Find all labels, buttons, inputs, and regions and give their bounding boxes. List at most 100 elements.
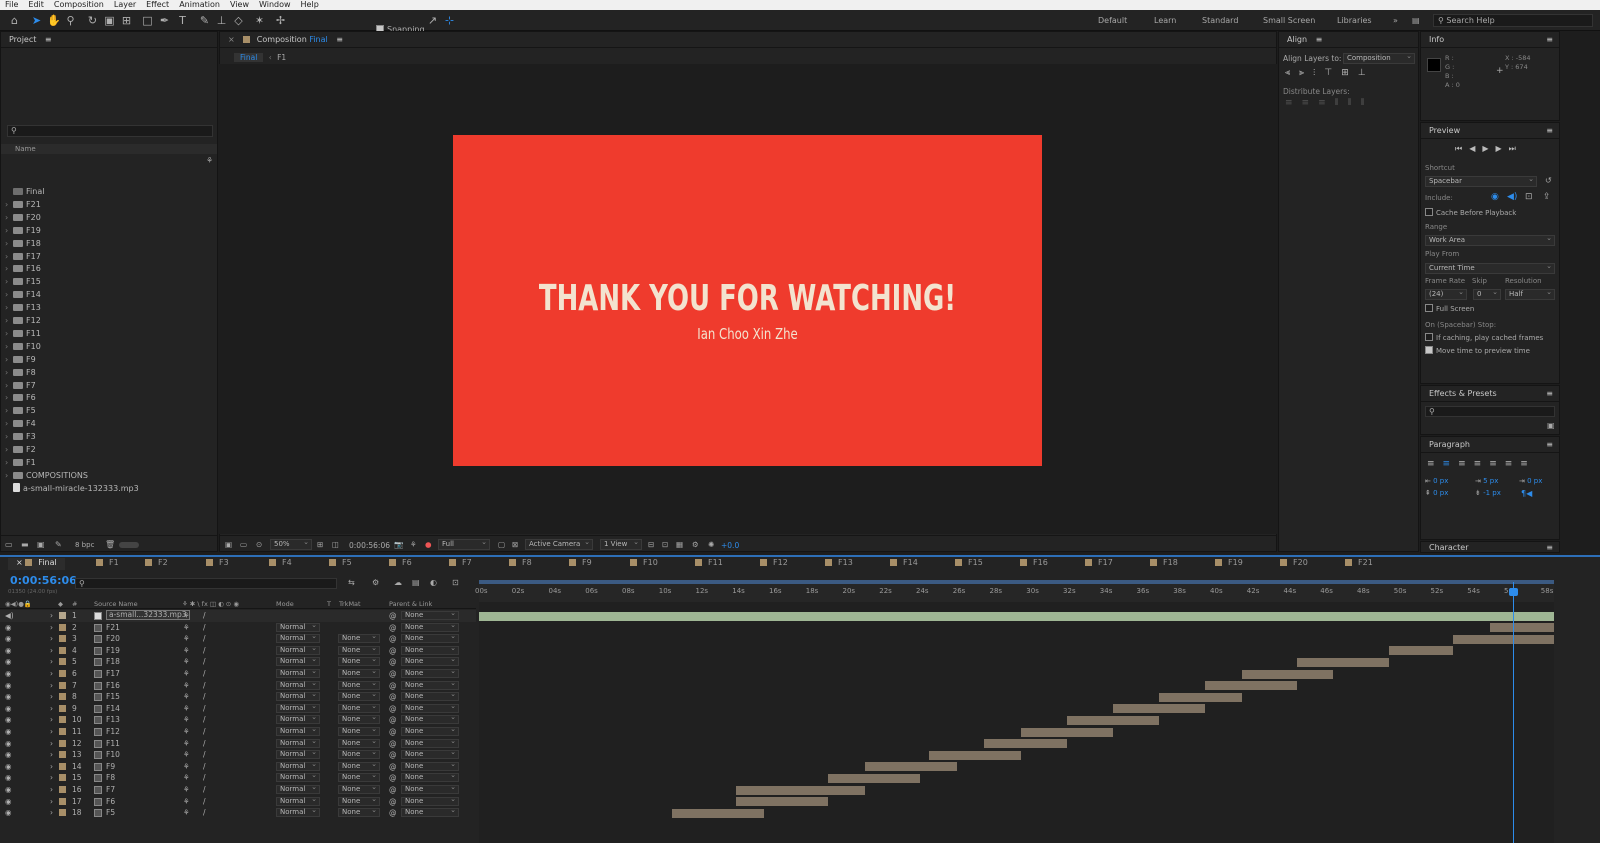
quality-switch-icon[interactable]: / (203, 796, 206, 807)
layer-duration-bar[interactable] (1489, 623, 1554, 633)
indent-left-value[interactable]: 0 px (1433, 477, 1448, 485)
project-item[interactable]: › F1 (5, 456, 205, 469)
layer-duration-bar[interactable] (864, 762, 957, 772)
close-icon[interactable]: × (16, 558, 25, 567)
mode-select[interactable]: Normal (276, 691, 320, 702)
layer-name[interactable]: F18 (106, 656, 120, 667)
chevron-right-icon[interactable]: › (50, 668, 53, 679)
layer-name[interactable]: F13 (106, 714, 120, 725)
label-color-icon[interactable] (59, 646, 66, 654)
justify-center-icon[interactable]: ≡ (1489, 459, 1505, 469)
last-frame-icon[interactable]: ⏭ (1509, 144, 1523, 153)
layer-name[interactable]: F11 (106, 738, 120, 749)
chevron-right-icon[interactable]: › (5, 417, 13, 430)
align-center-h-icon[interactable]: ⫸ (1299, 68, 1313, 78)
project-name-header[interactable]: Name (1, 144, 217, 154)
chevron-right-icon[interactable]: › (5, 224, 13, 237)
align-to-select[interactable]: Composition (1343, 52, 1415, 64)
parent-select[interactable]: None (401, 761, 459, 771)
project-item[interactable]: › COMPOSITIONS (5, 469, 205, 482)
trkmat-select[interactable]: None (338, 633, 380, 644)
label-color-icon[interactable] (59, 658, 66, 666)
trash-icon[interactable]: 🗑 (105, 540, 115, 549)
layer-name[interactable]: F5 (106, 807, 115, 818)
layer-row[interactable]: ◉ › 8 F15 ⚘ / Normal None @ None (0, 691, 476, 703)
layer-duration-bar[interactable] (1067, 715, 1159, 725)
reset-icon[interactable]: ↺ (1545, 176, 1552, 185)
layer-name[interactable]: F14 (106, 703, 120, 714)
space-before[interactable]: ⇞ 0 px (1425, 489, 1448, 497)
chevron-right-icon[interactable]: › (5, 391, 13, 404)
bpc-label[interactable]: 8 bpc (75, 541, 94, 549)
parent-select[interactable]: None (401, 714, 459, 725)
flowchart-icon[interactable]: ⚘ (206, 156, 213, 165)
shy-switch-icon[interactable]: ⚘ (183, 703, 190, 714)
switches-header-icon[interactable]: ⚘ ✱ \ fx ◫ ◐ ⊙ ◉ (182, 600, 239, 608)
space-before-value[interactable]: 0 px (1433, 489, 1448, 497)
trkmat-select[interactable]: None (338, 726, 380, 736)
trkmat-select[interactable]: None (338, 772, 380, 783)
quality-switch-icon[interactable]: / (203, 761, 206, 772)
play-from-select[interactable]: Current Time (1425, 262, 1555, 274)
distribute-right-icon[interactable]: ⦀ (1361, 98, 1374, 108)
quality-switch-icon[interactable]: / (203, 645, 206, 656)
align-buttons[interactable]: ⫷⫸⫶⊤⊞⊥ (1285, 68, 1415, 80)
first-frame-icon[interactable]: ⏮ (1455, 144, 1469, 153)
shy-switch-icon[interactable]: ⚘ (183, 622, 190, 633)
layer-row[interactable]: ◉ › 17 F6 ⚘ / Normal None @ None (0, 796, 476, 808)
timeline-search-input[interactable]: ⚲ (75, 578, 337, 589)
quality-switch-icon[interactable]: / (203, 714, 206, 725)
fast-previews-icon[interactable]: ⊡ (662, 540, 668, 549)
shy-switch-icon[interactable]: ⚘ (183, 645, 190, 656)
label-color-icon[interactable] (59, 623, 66, 631)
breadcrumb-final[interactable]: Final (234, 53, 264, 62)
mode-select[interactable]: Normal (276, 772, 320, 783)
distribute-hcenter-icon[interactable]: ⦀ (1348, 98, 1361, 108)
align-center-v-icon[interactable]: ⊞ (1341, 68, 1358, 78)
shy-switch-icon[interactable]: ⚘ (183, 761, 190, 772)
mode-select[interactable]: Normal (276, 749, 320, 760)
breadcrumb-f1[interactable]: F1 (277, 53, 286, 62)
layer-row[interactable]: ◉ › 6 F17 ⚘ / Normal None @ None (0, 668, 476, 680)
project-item[interactable]: › F14 (5, 288, 205, 301)
layer-duration-bar[interactable] (671, 808, 764, 818)
project-item[interactable]: › F12 (5, 314, 205, 327)
eye-icon[interactable]: ◉ (5, 738, 12, 749)
layer-name[interactable]: F9 (106, 761, 115, 772)
shy-switch-icon[interactable]: ⚘ (183, 680, 190, 691)
layer-row[interactable]: ◉ › 18 F5 ⚘ / Normal None @ None (0, 807, 476, 819)
menu-edit[interactable]: Edit (23, 0, 49, 10)
layer-duration-bar[interactable] (929, 750, 1022, 760)
brush-tool-icon[interactable]: ✎ (198, 14, 211, 27)
layer-row[interactable]: ◉ › 15 F8 ⚘ / Normal None @ None (0, 772, 476, 784)
align-bottom-icon[interactable]: ⊥ (1358, 68, 1375, 78)
mode-select[interactable]: Normal (276, 703, 320, 713)
menu-icon[interactable]: ≡ (1546, 386, 1553, 402)
chevron-right-icon[interactable]: › (5, 288, 13, 301)
comp-mini-flowchart-icon[interactable]: ⇆ (348, 578, 355, 587)
region-of-interest-icon[interactable]: ▢ (498, 540, 505, 549)
chevron-right-icon[interactable]: › (50, 610, 53, 621)
fit-icon[interactable]: ⊞ (317, 540, 323, 549)
playhead-handle[interactable] (1508, 588, 1518, 596)
timeline-tab-f21[interactable]: F21 (1345, 558, 1373, 570)
t-header[interactable]: T (327, 600, 331, 608)
layer-row[interactable]: ◉ › 2 F21 ⚘ / Normal @ None (0, 622, 476, 634)
quality-switch-icon[interactable]: / (203, 610, 206, 621)
eye-icon[interactable]: ◉ (5, 796, 12, 807)
label-color-icon[interactable] (59, 739, 66, 747)
menu-icon[interactable]: ≡ (336, 35, 343, 44)
project-search-input[interactable]: ⚲ (7, 125, 213, 137)
project-item[interactable]: › F18 (5, 237, 205, 250)
timeline-tab-final[interactable]: × Final (8, 558, 65, 570)
layer-row[interactable]: ◀) › 1 a-small...32333.mp3 ⚘ / @ None (0, 610, 476, 622)
project-item[interactable]: › F20 (5, 211, 205, 224)
label-color-icon[interactable] (59, 716, 66, 724)
pickwhip-icon[interactable]: @ (389, 738, 397, 749)
parent-select[interactable]: None (401, 784, 459, 794)
justify-left-icon[interactable]: ≡ (1474, 459, 1490, 469)
project-item[interactable]: › F19 (5, 224, 205, 237)
chevron-right-icon[interactable]: › (50, 807, 53, 818)
zoom-select[interactable]: 50% (270, 538, 312, 550)
shy-switch-icon[interactable]: ⚘ (183, 784, 190, 795)
